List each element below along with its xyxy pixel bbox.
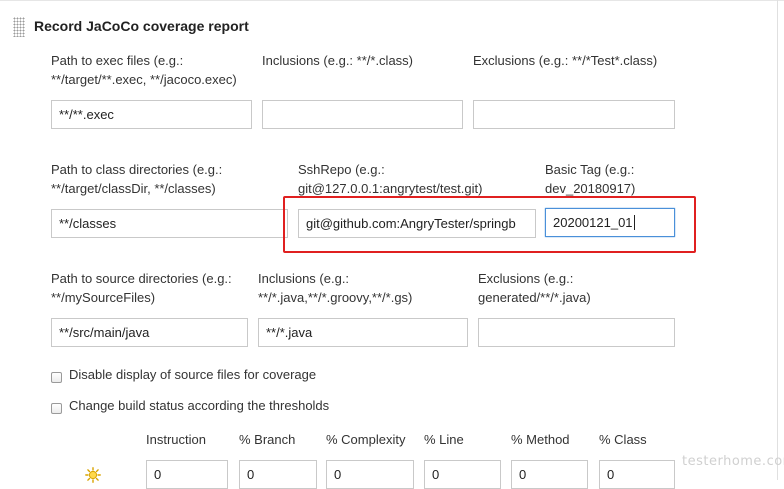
threshold-instruction-input[interactable]: 0 xyxy=(146,460,228,489)
section-title: Record JaCoCo coverage report xyxy=(34,18,249,34)
threshold-header-line: % Line xyxy=(424,432,464,447)
threshold-header-complexity: % Complexity xyxy=(326,432,406,447)
class-inclusions-input[interactable] xyxy=(262,100,463,129)
source-dirs-label: Path to source directories (e.g.: **/myS… xyxy=(51,271,232,305)
threshold-header-class: % Class xyxy=(599,432,647,447)
highlight-annotation xyxy=(283,196,696,253)
class-exclusions-input[interactable] xyxy=(473,100,675,129)
section-header: Record JaCoCo coverage report xyxy=(0,0,784,51)
class-exclusions-label: Exclusions (e.g.: **/*Test*.class) xyxy=(473,53,658,68)
source-inclusions-input[interactable]: **/*.java xyxy=(258,318,468,347)
threshold-method-input[interactable]: 0 xyxy=(511,460,588,489)
basic-tag-label: Basic Tag (e.g.: dev_20180917) xyxy=(545,162,636,196)
source-dirs-input[interactable]: **/src/main/java xyxy=(51,318,248,347)
class-inclusions-label: Inclusions (e.g.: **/*.class) xyxy=(262,53,414,68)
exec-files-label: Path to exec files (e.g.: **/target/**.e… xyxy=(51,53,237,87)
sun-icon xyxy=(85,467,101,483)
change-build-status-label[interactable]: Change build status according the thresh… xyxy=(69,398,329,414)
threshold-complexity-input[interactable]: 0 xyxy=(326,460,414,489)
watermark: testerhome.com xyxy=(682,454,784,469)
source-inclusions-label: Inclusions (e.g.: **/*.java,**/*.groovy,… xyxy=(258,271,413,305)
threshold-class-input[interactable]: 0 xyxy=(599,460,675,489)
drag-handle-icon[interactable] xyxy=(13,17,25,37)
source-exclusions-label: Exclusions (e.g.: generated/**/*.java) xyxy=(478,271,591,305)
threshold-line-input[interactable]: 0 xyxy=(424,460,501,489)
threshold-branch-input[interactable]: 0 xyxy=(239,460,317,489)
disable-source-label[interactable]: Disable display of source files for cove… xyxy=(69,367,316,383)
panel-border xyxy=(777,0,778,480)
threshold-header-instruction: Instruction xyxy=(146,432,206,447)
class-dirs-input[interactable]: **/classes xyxy=(51,209,288,238)
threshold-header-method: % Method xyxy=(511,432,570,447)
disable-source-checkbox[interactable] xyxy=(51,372,62,383)
class-dirs-label: Path to class directories (e.g.: **/targ… xyxy=(51,162,223,196)
jacoco-config-panel: Record JaCoCo coverage report Path to ex… xyxy=(0,0,784,489)
exec-files-input[interactable]: **/**.exec xyxy=(51,100,252,129)
ssh-repo-label: SshRepo (e.g.: git@127.0.0.1:angrytest/t… xyxy=(298,162,483,196)
threshold-header-branch: % Branch xyxy=(239,432,296,447)
source-exclusions-input[interactable] xyxy=(478,318,675,347)
change-build-status-checkbox[interactable] xyxy=(51,403,62,414)
